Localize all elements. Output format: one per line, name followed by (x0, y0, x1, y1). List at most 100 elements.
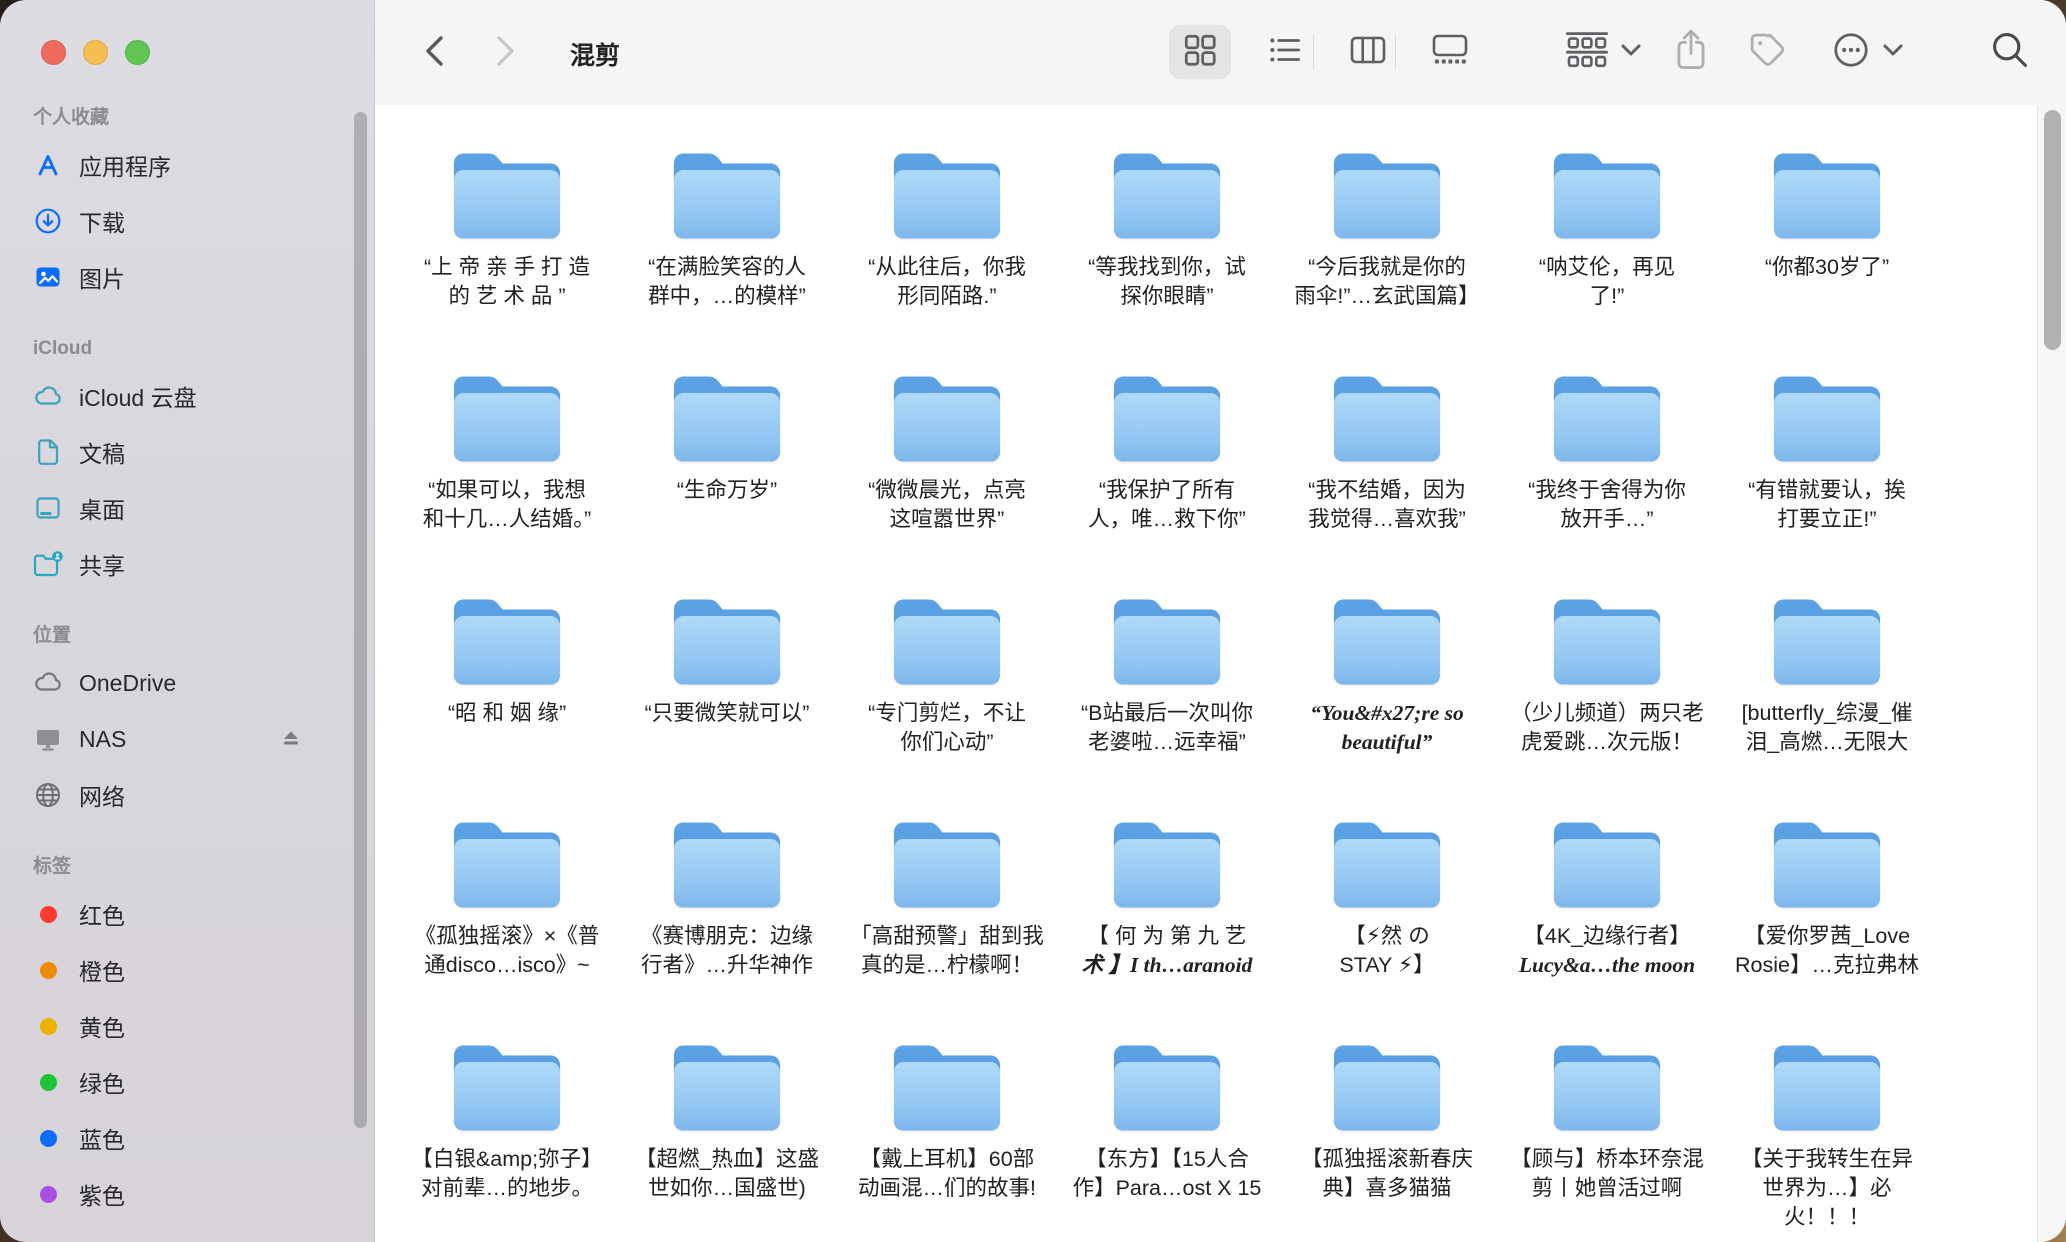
folder-item[interactable]: “昭 和 姻 缘” (397, 589, 617, 812)
folder-item[interactable]: “生命万岁” (617, 366, 837, 589)
folder-item[interactable]: “微微晨光，点亮这喧嚣世界” (837, 366, 1057, 589)
icloud-icon (30, 381, 66, 411)
column-view-button[interactable] (1337, 25, 1399, 79)
sidebar-item-紫色[interactable]: 紫色 (0, 1166, 374, 1222)
folder-name: “你都30岁了” (1765, 253, 1889, 282)
folder-item[interactable]: 《孤独摇滚》×《普通disco…isco》~ (397, 812, 617, 1035)
sidebar-item-文稿[interactable]: 文稿 (0, 424, 374, 480)
folder-item[interactable]: “专门剪烂，不让你们心动” (837, 589, 1057, 812)
folder-icon (1546, 812, 1668, 912)
icon-view-button[interactable] (1169, 25, 1231, 79)
sidebar-item-蓝色[interactable]: 蓝色 (0, 1110, 374, 1166)
folder-item[interactable]: “有错就要认，挨打要立正!” (1717, 366, 1937, 589)
folder-item[interactable]: “我不结婚，因为我觉得…喜欢我” (1277, 366, 1497, 589)
folder-item[interactable]: 「高甜预警」甜到我真的是…柠檬啊！ (837, 812, 1057, 1035)
more-chevron[interactable] (1881, 42, 1905, 62)
group-view-icon (1563, 28, 1611, 77)
document-icon (30, 437, 66, 467)
sidebar-item-应用程序[interactable]: 应用程序 (0, 137, 374, 193)
sidebar-item-网络[interactable]: 网络 (0, 767, 374, 823)
folder-item[interactable]: “You&#x27;re sobeautiful” (1277, 589, 1497, 812)
tag-icon (1746, 29, 1788, 76)
folder-item[interactable]: [butterfly_综漫_催泪_高燃…无限大 (1717, 589, 1937, 812)
folder-icon (666, 589, 788, 689)
folder-icon (666, 1035, 788, 1135)
sidebar-item-黄色[interactable]: 黄色 (0, 998, 374, 1054)
folder-item[interactable]: （少儿频道）两只老虎爱跳…次元版！ (1497, 589, 1717, 812)
folder-icon (1766, 366, 1888, 466)
sidebar-item-onedrive[interactable]: OneDrive (0, 655, 374, 711)
back-button[interactable] (413, 32, 457, 74)
forward-button[interactable] (483, 32, 527, 74)
folder-icon (1106, 366, 1228, 466)
sidebar-item-图片[interactable]: 图片 (0, 249, 374, 305)
sidebar-item-桌面[interactable]: 桌面 (0, 480, 374, 536)
sidebar-item-label: 蓝色 (79, 1121, 125, 1155)
list-view-button[interactable] (1254, 25, 1316, 79)
folder-name: “从此往后，你我形同陌路.” (868, 253, 1026, 311)
folder-name: “我不结婚，因为我觉得…喜欢我” (1308, 476, 1466, 534)
share-icon (1671, 27, 1711, 78)
folder-item[interactable]: “只要微笑就可以” (617, 589, 837, 812)
share-button[interactable] (1667, 26, 1715, 78)
folder-name: “上 帝 亲 手 打 造的 艺 术 品 ” (424, 253, 590, 311)
folder-name: [butterfly_综漫_催泪_高燃…无限大 (1742, 699, 1913, 757)
folder-item[interactable]: “呐艾伦，再见了!” (1497, 143, 1717, 366)
content-scrollbar-track[interactable] (2037, 105, 2066, 1242)
sidebar-item-红色[interactable]: 红色 (0, 886, 374, 942)
folder-item[interactable]: 【东方】【15人合作】Para…ost X 15 (1057, 1035, 1277, 1242)
folder-item[interactable]: 【 何 为 第 九 艺术 】I th…aranoid (1057, 812, 1277, 1035)
gallery-view-button[interactable] (1419, 25, 1481, 79)
folder-item[interactable]: “今后我就是你的雨伞!”…玄武国篇】 (1277, 143, 1497, 366)
folder-item[interactable]: 《赛博朋克：边缘行者》…升华神作 (617, 812, 837, 1035)
folder-item[interactable]: 【孤独摇滚新春庆典】喜多猫猫 (1277, 1035, 1497, 1242)
eject-icon[interactable] (278, 726, 304, 752)
folder-item[interactable]: 【⚡然 のSTAY ⚡】 (1277, 812, 1497, 1035)
folder-name: “在满脸笑容的人群中，…的模样” (648, 253, 806, 311)
folder-item[interactable]: “如果可以，我想和十几…人结婚。” (397, 366, 617, 589)
folder-item[interactable]: 【爱你罗茜_LoveRosie】…克拉弗林 (1717, 812, 1937, 1035)
folder-item[interactable]: “在满脸笑容的人群中，…的模样” (617, 143, 837, 366)
tag-color-dot (30, 955, 66, 985)
sidebar-scrollbar[interactable] (354, 112, 367, 1128)
folder-icon (886, 1035, 1008, 1135)
folder-item[interactable]: “你都30岁了” (1717, 143, 1937, 366)
column-view-icon (1348, 31, 1388, 74)
folder-item[interactable]: 【关于我转生在异世界为…】必火！！！ (1717, 1035, 1937, 1242)
more-actions-button[interactable] (1827, 28, 1875, 76)
sidebar-item-绿色[interactable]: 绿色 (0, 1054, 374, 1110)
folder-name: “如果可以，我想和十几…人结婚。” (423, 476, 591, 534)
search-button[interactable] (1985, 26, 2035, 78)
folder-item[interactable]: “B站最后一次叫你老婆啦…远幸福” (1057, 589, 1277, 812)
folder-item[interactable]: 【戴上耳机】60部动画混…们的故事! (837, 1035, 1057, 1242)
folder-name: “昭 和 姻 缘” (448, 699, 566, 728)
folder-item[interactable]: 【超燃_热血】这盛世如你…国盛世) (617, 1035, 837, 1242)
chevron-left-icon (418, 31, 452, 76)
folder-item[interactable]: 【顾与】桥本环奈混剪丨她曾活过啊 (1497, 1035, 1717, 1242)
folder-icon (446, 589, 568, 689)
toolbar-divider (1313, 34, 1314, 70)
folder-name: 【孤独摇滚新春庆典】喜多猫猫 (1301, 1145, 1473, 1203)
folder-item[interactable]: “我终于舍得为你放开手…” (1497, 366, 1717, 589)
folder-name: 「高甜预警」甜到我真的是…柠檬啊！ (850, 922, 1044, 980)
sidebar-item-共享[interactable]: 共享 (0, 536, 374, 592)
content-scrollbar-thumb[interactable] (2044, 110, 2061, 350)
sidebar-item-icloud-云盘[interactable]: iCloud 云盘 (0, 368, 374, 424)
sidebar-item-label: 桌面 (79, 491, 125, 525)
sidebar-item-label: OneDrive (79, 670, 176, 697)
folder-icon (1326, 1035, 1448, 1135)
folder-item[interactable]: “上 帝 亲 手 打 造的 艺 术 品 ” (397, 143, 617, 366)
sidebar-item-nas[interactable]: NAS (0, 711, 374, 767)
sidebar-item-橙色[interactable]: 橙色 (0, 942, 374, 998)
sidebar-item-label: 应用程序 (79, 148, 171, 182)
sidebar-item-下载[interactable]: 下载 (0, 193, 374, 249)
folder-item[interactable]: “等我找到你，试探你眼睛” (1057, 143, 1277, 366)
folder-item[interactable]: “我保护了所有人，唯…救下你” (1057, 366, 1277, 589)
folder-item[interactable]: “从此往后，你我形同陌路.” (837, 143, 1057, 366)
group-chevron[interactable] (1619, 42, 1643, 62)
folder-icon (1106, 589, 1228, 689)
folder-item[interactable]: 【4K_边缘行者】Lucy&a…the moon (1497, 812, 1717, 1035)
group-button[interactable] (1561, 29, 1613, 75)
folder-item[interactable]: 【白银&amp;弥子】对前辈…的地步。 (397, 1035, 617, 1242)
tags-button[interactable] (1743, 26, 1791, 78)
